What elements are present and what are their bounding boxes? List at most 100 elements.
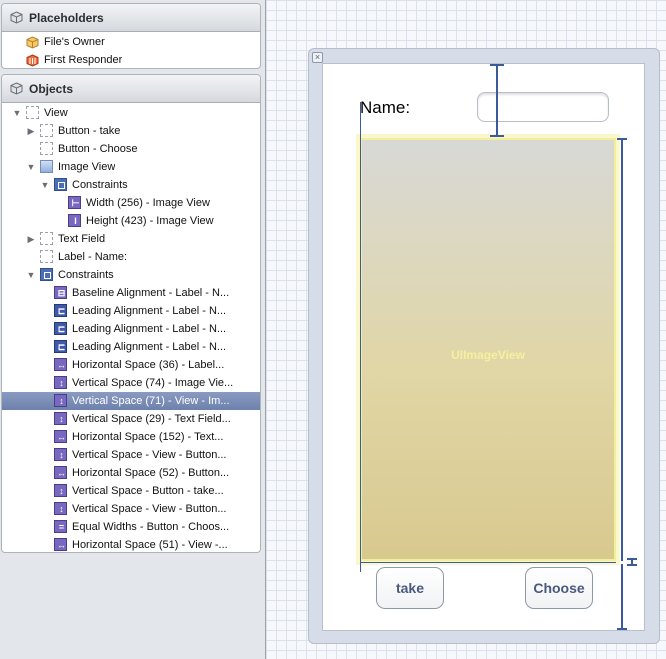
outline-row-label: Vertical Space - View - Button...: [72, 449, 227, 461]
disclosure-open-icon[interactable]: ▼: [40, 180, 50, 190]
root-view[interactable]: Name: UIImageView take Choose: [322, 63, 645, 631]
take-button[interactable]: take: [376, 567, 444, 609]
width-constraint-icon: ⊢: [68, 196, 81, 209]
outline-row-image-view[interactable]: ▼ Image View: [2, 158, 260, 176]
outline-row-label: View: [44, 107, 68, 119]
outline-row-view-constraints[interactable]: ▼ Constraints: [2, 266, 260, 284]
horizontal-constraint-line[interactable]: [360, 562, 616, 563]
constraint-cap: [617, 138, 627, 140]
outline-row-button-take[interactable]: ▶ Button - take: [2, 122, 260, 140]
vertical-space-icon: ↕: [54, 484, 67, 497]
disclosure-closed-icon[interactable]: ▶: [26, 234, 36, 244]
outline-row-label: Button - Choose: [58, 143, 138, 155]
horizontal-space-icon: ↔: [54, 358, 67, 371]
outline-row-view[interactable]: ▼ View: [2, 104, 260, 122]
vertical-space-icon: ↕: [54, 502, 67, 515]
document-outline: Placeholders File's Owner First Responde…: [0, 0, 266, 659]
outline-row-constraint[interactable]: ↔ Horizontal Space (52) - Button...: [2, 464, 260, 482]
outline-row-label: Vertical Space - Button - take...: [72, 485, 224, 497]
image-view-caption: UIImageView: [451, 348, 525, 362]
outline-row-label: Vertical Space (29) - Text Field...: [72, 413, 231, 425]
view-controller-scene[interactable]: × Name: UIImageView take Choose: [308, 48, 660, 644]
outline-row-label-name[interactable]: Label - Name:: [2, 248, 260, 266]
name-label[interactable]: Name:: [360, 98, 410, 118]
outline-row-constraint[interactable]: ↕ Vertical Space (29) - Text Field...: [2, 410, 260, 428]
outline-row-height-constraint[interactable]: I Height (423) - Image View: [2, 212, 260, 230]
outline-row-constraint[interactable]: ⊟ Baseline Alignment - Label - N...: [2, 284, 260, 302]
outline-row-label: Baseline Alignment - Label - N...: [72, 287, 230, 299]
disclosure-open-icon[interactable]: ▼: [26, 270, 36, 280]
image-view-icon: [40, 160, 53, 173]
outline-row-label: Horizontal Space (152) - Text...: [72, 431, 224, 443]
leading-constraint-icon: ⊏: [54, 304, 67, 317]
placeholder-item-files-owner[interactable]: File's Owner: [2, 34, 260, 52]
outline-row-constraint[interactable]: ↕ Vertical Space - View - Button...: [2, 446, 260, 464]
cube-icon: [10, 82, 23, 95]
constraint-cap: [627, 558, 637, 560]
objects-panel: Objects ▼ View ▶ Button - take Button - …: [1, 74, 261, 553]
constraint-cap: [617, 628, 627, 630]
outline-row-label: Label - Name:: [58, 251, 128, 263]
outline-row-constraint[interactable]: ↕ Vertical Space - View - Button...: [2, 500, 260, 518]
baseline-constraint-icon: ⊟: [54, 286, 67, 299]
vertical-space-constraint-line[interactable]: [496, 64, 498, 137]
outline-row-constraint-selected[interactable]: ↕ Vertical Space (71) - View - Im...: [2, 392, 260, 410]
outline-row-label: Constraints: [72, 179, 128, 191]
leading-constraint-icon: ⊏: [54, 340, 67, 353]
text-field-icon: [40, 232, 53, 245]
outline-row-text-field[interactable]: ▶ Text Field: [2, 230, 260, 248]
disclosure-open-icon[interactable]: ▼: [26, 162, 36, 172]
outline-row-label: Leading Alignment - Label - N...: [72, 341, 227, 353]
outline-row-constraint[interactable]: ↔ Horizontal Space (36) - Label...: [2, 356, 260, 374]
files-owner-icon: [26, 36, 39, 49]
horizontal-space-icon: ↔: [54, 466, 67, 479]
outline-row-constraint[interactable]: ⊏ Leading Alignment - Label - N...: [2, 320, 260, 338]
outline-row-label: Width (256) - Image View: [86, 197, 210, 209]
outline-row-constraint[interactable]: ↕ Vertical Space - Button - take...: [2, 482, 260, 500]
outline-row-constraint[interactable]: = Equal Widths - Button - Choos...: [2, 518, 260, 536]
interface-builder-canvas[interactable]: × Name: UIImageView take Choose: [266, 0, 666, 659]
vertical-space-icon: ↕: [54, 448, 67, 461]
placeholder-item-first-responder[interactable]: First Responder: [2, 52, 260, 68]
outline-row-label: Leading Alignment - Label - N...: [72, 323, 227, 335]
outline-row-image-constraints[interactable]: ▼ Constraints: [2, 176, 260, 194]
disclosure-closed-icon[interactable]: ▶: [26, 126, 36, 136]
placeholder-label: File's Owner: [44, 36, 105, 48]
close-icon[interactable]: ×: [312, 52, 323, 63]
outline-row-constraint[interactable]: ⊏ Leading Alignment - Label - N...: [2, 338, 260, 356]
constraint-cap: [490, 135, 504, 137]
outline-row-label: Horizontal Space (51) - View -...: [72, 539, 228, 551]
horizontal-space-icon: ↔: [54, 538, 67, 551]
outline-row-label: Constraints: [58, 269, 114, 281]
objects-header[interactable]: Objects: [2, 75, 260, 103]
cube-icon: [10, 11, 23, 24]
vertical-space-constraint-line[interactable]: [621, 564, 623, 630]
constraints-icon: [54, 178, 67, 191]
equal-widths-icon: =: [54, 520, 67, 533]
height-constraint-icon: I: [68, 214, 81, 227]
outline-row-label: Equal Widths - Button - Choos...: [72, 521, 230, 533]
placeholders-panel: Placeholders File's Owner First Responde…: [1, 3, 261, 69]
outline-row-constraint[interactable]: ↔ Horizontal Space (152) - Text...: [2, 428, 260, 446]
outline-row-button-choose[interactable]: Button - Choose: [2, 140, 260, 158]
outline-row-label: Text Field: [58, 233, 106, 245]
outline-row-label: Vertical Space - View - Button...: [72, 503, 227, 515]
horizontal-space-icon: ↔: [54, 430, 67, 443]
disclosure-open-icon[interactable]: ▼: [12, 108, 22, 118]
label-icon: [40, 250, 53, 263]
outline-row-label: Height (423) - Image View: [86, 215, 214, 227]
view-icon: [26, 106, 39, 119]
vertical-space-icon: ↕: [54, 376, 67, 389]
outline-row-width-constraint[interactable]: ⊢ Width (256) - Image View: [2, 194, 260, 212]
choose-button[interactable]: Choose: [525, 567, 593, 609]
objects-title: Objects: [29, 81, 74, 96]
height-constraint-line[interactable]: [621, 138, 623, 561]
outline-row-constraint[interactable]: ⊏ Leading Alignment - Label - N...: [2, 302, 260, 320]
placeholder-label: First Responder: [44, 54, 123, 66]
image-view[interactable]: UIImageView: [360, 138, 616, 561]
outline-row-constraint[interactable]: ↔ Horizontal Space (51) - View -...: [2, 536, 260, 552]
outline-row-constraint[interactable]: ↕ Vertical Space (74) - Image Vie...: [2, 374, 260, 392]
leading-alignment-line[interactable]: [360, 102, 361, 572]
constraints-icon: [40, 268, 53, 281]
placeholders-header[interactable]: Placeholders: [2, 4, 260, 32]
